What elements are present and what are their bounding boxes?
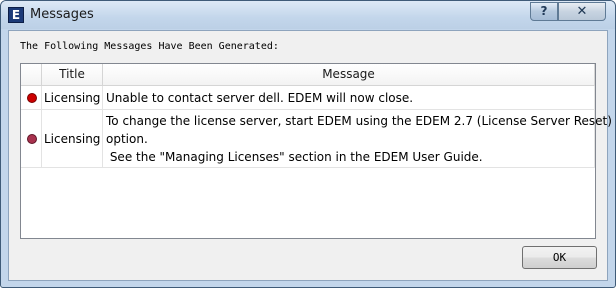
column-header-icon[interactable] — [21, 64, 42, 86]
messages-header-label: The Following Messages Have Been Generat… — [20, 41, 279, 52]
help-button[interactable]: ? — [530, 2, 558, 21]
messages-table: Title Message Licensing Unable to contac… — [20, 63, 612, 239]
message-line: See the "Managing Licenses" section in t… — [106, 150, 483, 164]
edem-app-icon: E — [8, 7, 24, 23]
error-dark-red-dot-icon — [27, 134, 37, 144]
table-row-1-icon-cell — [21, 86, 42, 110]
close-button[interactable]: ✕ — [558, 2, 606, 21]
window-title: Messages — [30, 7, 94, 22]
messages-dialog: E Messages ? ✕ The Following Messages Ha… — [0, 0, 616, 288]
message-line: Unable to contact server dell. EDEM will… — [106, 91, 414, 105]
table-row-1-title[interactable]: Licensing — [42, 86, 103, 110]
table-row-1-message[interactable]: Unable to contact server dell. EDEM will… — [103, 86, 595, 110]
dialog-body: The Following Messages Have Been Generat… — [8, 30, 612, 281]
table-row-2-title[interactable]: Licensing — [42, 110, 103, 168]
ok-button[interactable]: OK — [522, 246, 597, 269]
title-bar[interactable]: E Messages ? ✕ — [1, 1, 615, 29]
message-line: To change the license server, start EDEM… — [106, 114, 612, 128]
column-header-title[interactable]: Title — [42, 64, 103, 86]
column-header-message[interactable]: Message — [103, 64, 595, 86]
error-red-dot-icon — [27, 93, 37, 103]
table-row-2-icon-cell — [21, 110, 42, 168]
table-row-2-message[interactable]: To change the license server, start EDEM… — [103, 110, 612, 168]
message-line: option. — [106, 132, 148, 146]
